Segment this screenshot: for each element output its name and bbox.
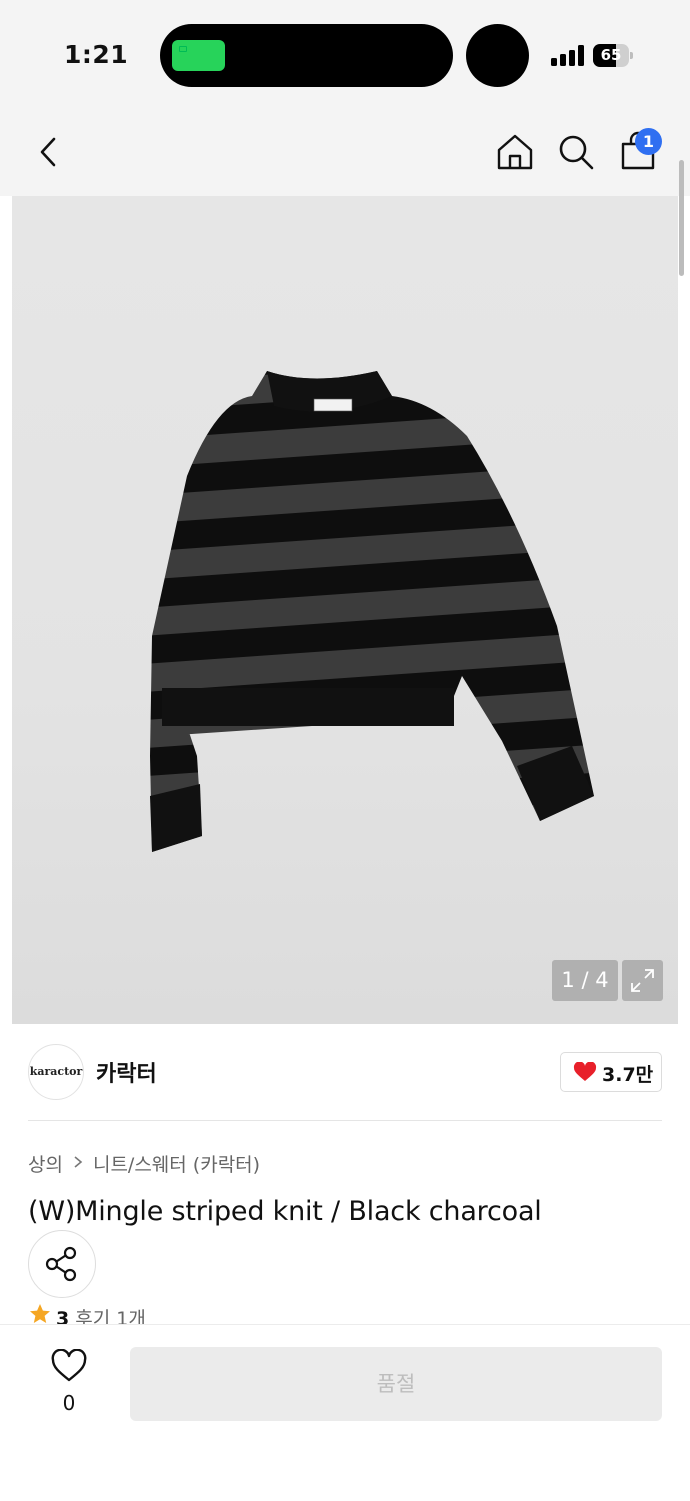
home-icon[interactable] (493, 130, 537, 174)
heart-outline-icon (51, 1349, 87, 1382)
soldout-button[interactable]: 품절 (130, 1347, 662, 1421)
status-bar: 1:21 65 (0, 0, 690, 110)
camera-cutout (466, 24, 529, 87)
dynamic-island (160, 24, 453, 87)
product-gallery[interactable]: 1 / 4 (12, 196, 678, 1024)
back-icon[interactable] (26, 130, 70, 174)
chevron-right-icon (74, 1156, 83, 1168)
wish-count: 0 (62, 1391, 76, 1415)
search-icon[interactable] (554, 130, 598, 174)
breadcrumb: 상의 니트/스웨터 (카락터) (28, 1150, 260, 1177)
bottom-bar: 0 품절 (0, 1324, 690, 1501)
image-counter: 1 / 4 (552, 960, 618, 1001)
breadcrumb-subcategory[interactable]: 니트/스웨터 (카락터) (93, 1150, 260, 1177)
share-icon[interactable] (28, 1230, 96, 1298)
nav-bar (0, 110, 690, 196)
cart-badge: 1 (635, 128, 662, 155)
expand-icon[interactable] (622, 960, 663, 1001)
brand-like-button[interactable]: 3.7만 (560, 1052, 662, 1092)
signal-icon (551, 44, 585, 66)
battery-icon: 65 (593, 44, 633, 67)
rating-row[interactable]: 3 후기 1개 (28, 1304, 146, 1326)
product-title: (W)Mingle striped knit / Black charcoal (28, 1196, 542, 1227)
brand-like-count: 3.7만 (602, 1064, 654, 1086)
breadcrumb-category[interactable]: 상의 (28, 1150, 63, 1177)
brand-row: karactor 카락터 3.7만 (0, 1024, 690, 1120)
brand-logo[interactable]: karactor (28, 1044, 84, 1100)
scroll-indicator (679, 160, 684, 276)
divider (28, 1120, 662, 1121)
star-icon (30, 1304, 50, 1323)
brand-name[interactable]: 카락터 (96, 1056, 157, 1088)
wish-button[interactable]: 0 (40, 1343, 98, 1419)
heart-filled-icon (573, 1062, 597, 1081)
status-time: 1:21 (64, 40, 129, 69)
battery-level: 65 (600, 46, 622, 64)
product-image (150, 371, 594, 852)
screen-recording-icon (172, 40, 225, 71)
